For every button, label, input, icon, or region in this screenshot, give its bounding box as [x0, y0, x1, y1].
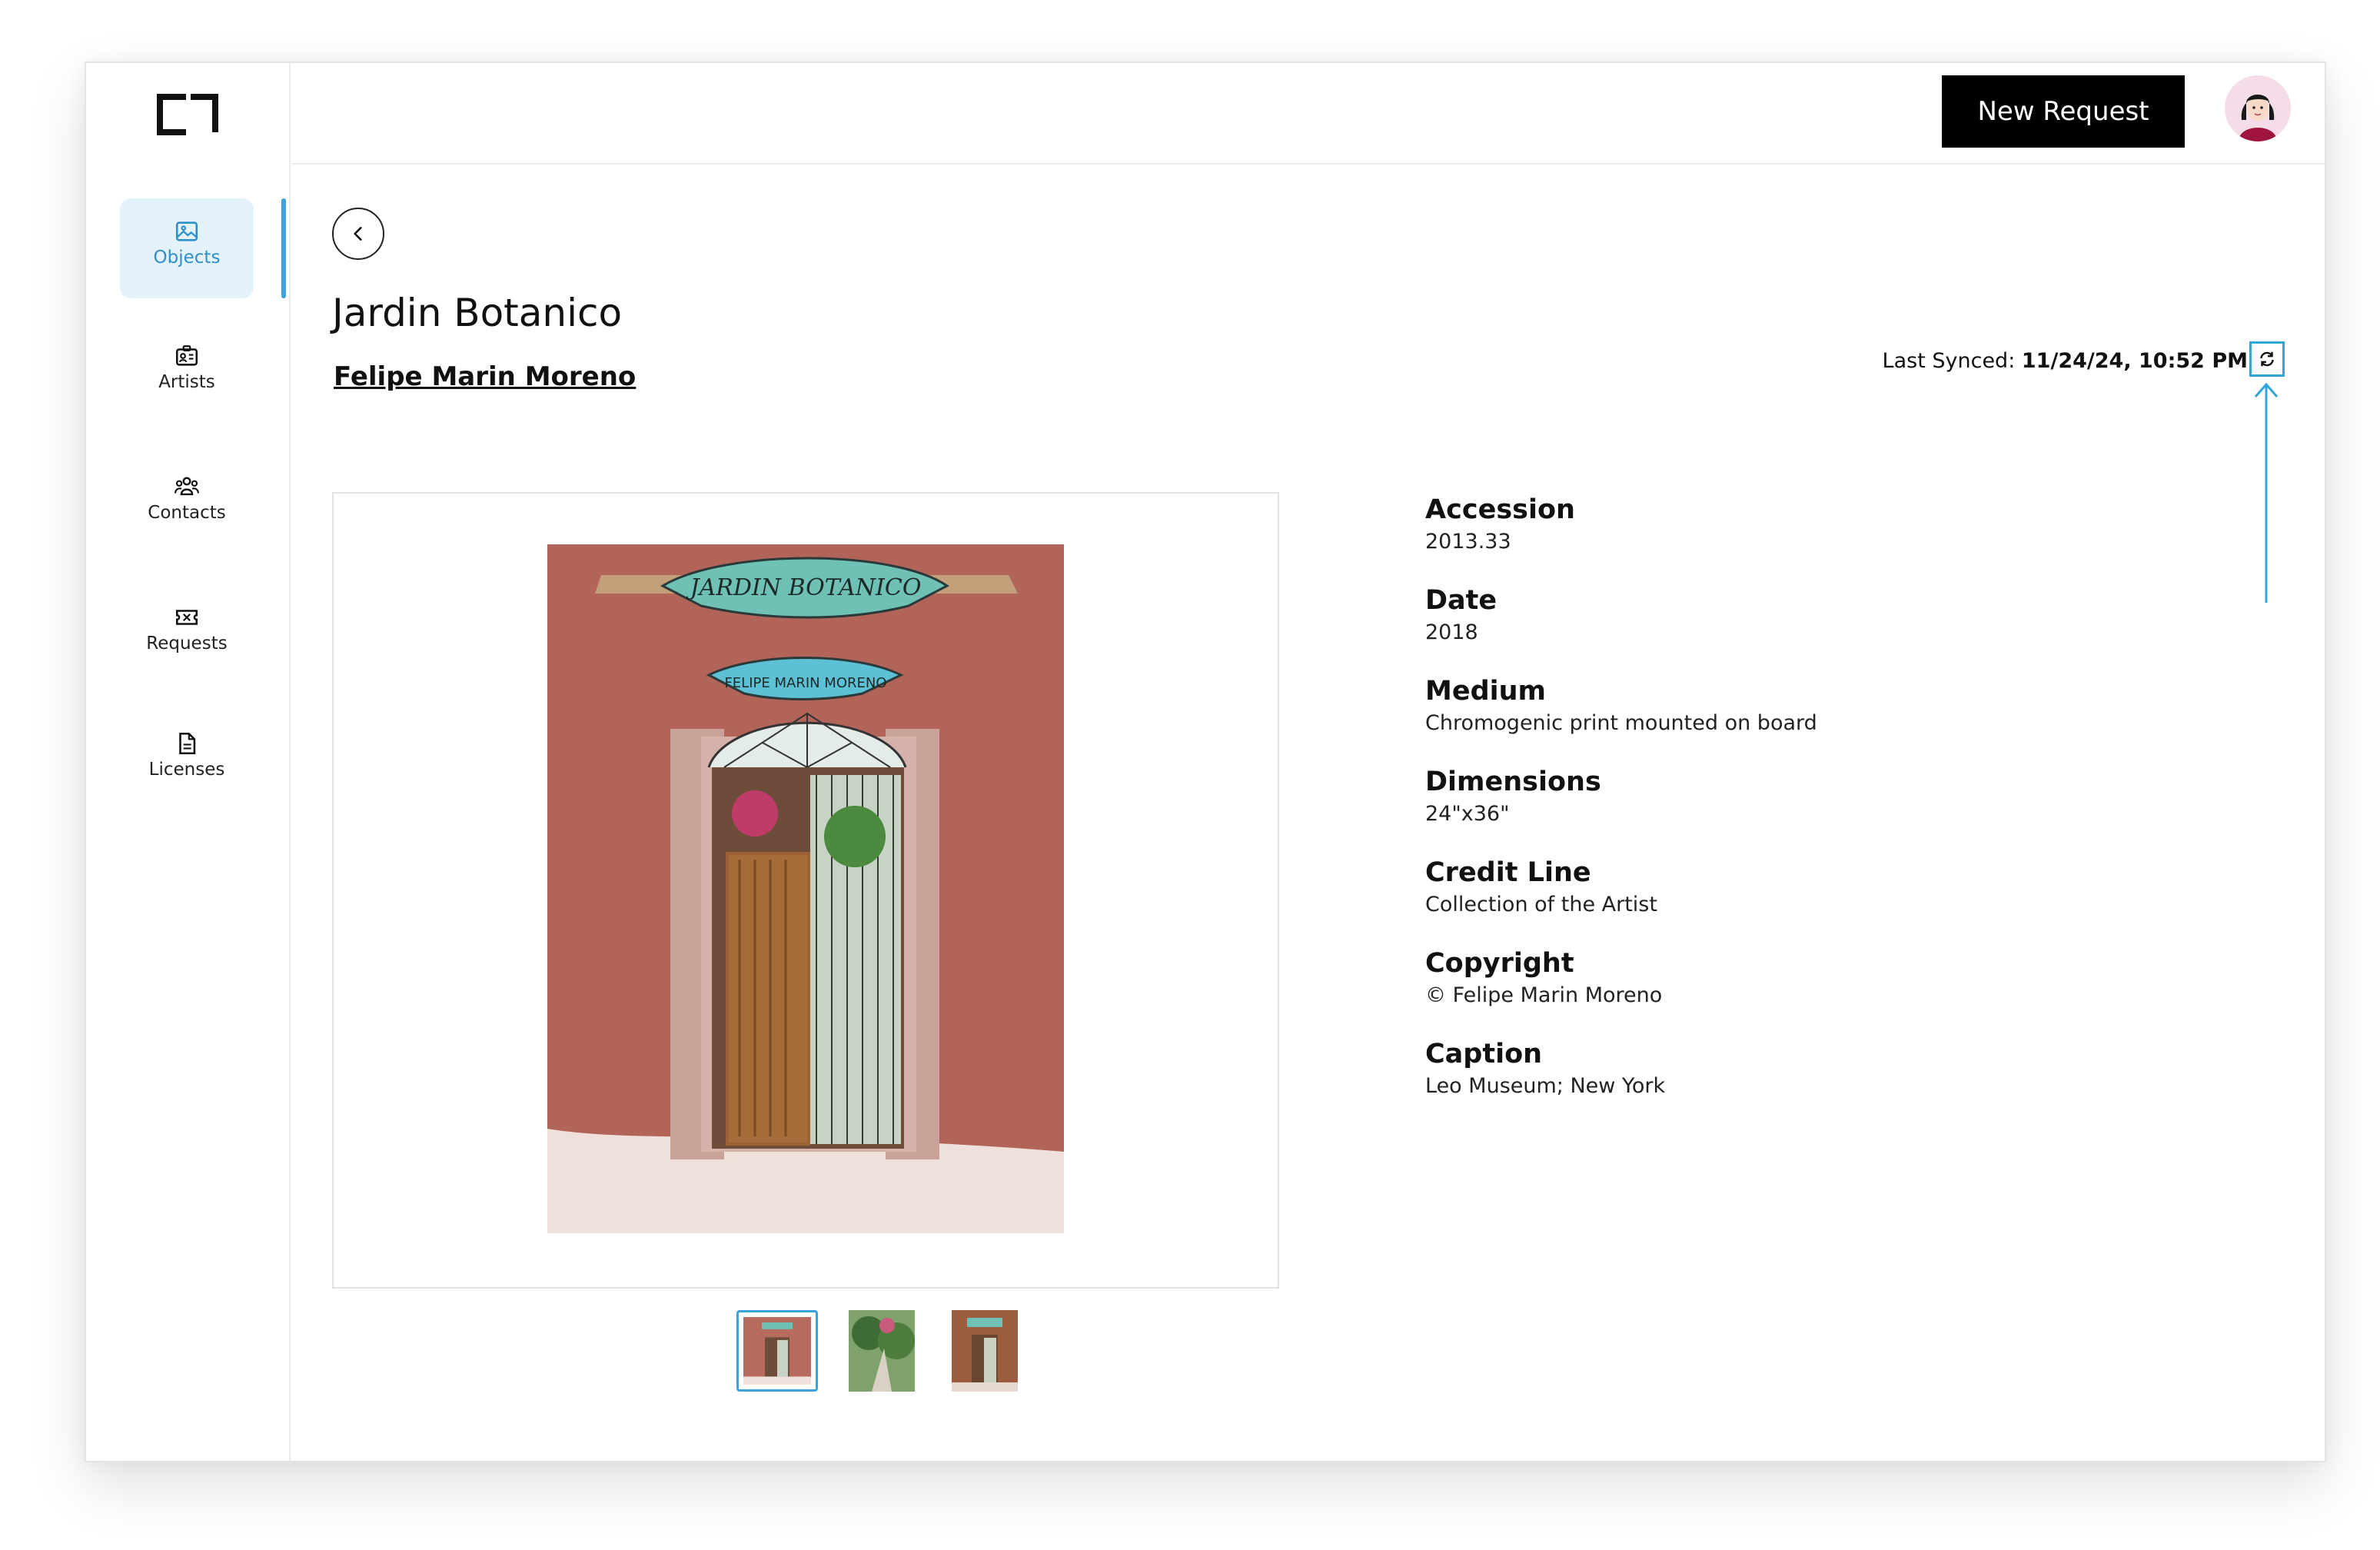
meta-accession: Accession 2013.33: [1425, 492, 2117, 557]
app-logo[interactable]: [155, 92, 220, 137]
object-detail: Jardin Botanico Felipe Marin Moreno Last…: [292, 166, 2325, 1461]
sync-button[interactable]: [2249, 341, 2285, 377]
sidebar-item-label: Artists: [158, 372, 215, 392]
chevron-left-icon: [354, 227, 362, 241]
meta-value: Collection of the Artist: [1425, 893, 1657, 916]
thumbnail-1[interactable]: [736, 1310, 818, 1392]
thumbnail-2[interactable]: [849, 1310, 915, 1392]
sidebar-item-objects[interactable]: Objects: [120, 198, 254, 298]
meta-value: 2013.33: [1425, 530, 1511, 554]
thumbnail-3[interactable]: [952, 1310, 1018, 1392]
avatar[interactable]: [2225, 75, 2291, 141]
svg-text:FELIPE MARIN MORENO: FELIPE MARIN MORENO: [724, 675, 886, 691]
annotation-arrow-icon: [2254, 382, 2279, 603]
svg-text:JARDIN BOTANICO: JARDIN BOTANICO: [686, 574, 922, 601]
meta-value: 24"x36": [1425, 802, 1510, 826]
sidebar: Objects Artists Contacts Requests Licens…: [86, 63, 291, 1461]
meta-value: Leo Museum; New York: [1425, 1074, 1666, 1098]
refresh-icon: [2260, 351, 2274, 367]
ticket-icon: [175, 610, 198, 625]
back-button[interactable]: [332, 208, 384, 260]
sidebar-item-label: Licenses: [148, 760, 225, 780]
meta-label: Dimensions: [1425, 767, 1601, 797]
document-icon: [179, 732, 196, 755]
active-indicator: [281, 198, 286, 298]
meta-label: Accession: [1425, 494, 1575, 525]
users-icon: [175, 477, 199, 496]
last-synced: Last Synced: 11/24/24, 10:52 PM: [1883, 349, 2248, 373]
meta-date: Date 2018: [1425, 583, 2117, 647]
sidebar-item-contacts[interactable]: Contacts: [120, 474, 254, 523]
thumbnail-image: [849, 1310, 915, 1392]
sidebar-item-artists[interactable]: Artists: [120, 343, 254, 392]
meta-label: Copyright: [1425, 948, 1574, 979]
sidebar-item-requests[interactable]: Requests: [120, 604, 254, 654]
thumbnail-image: [743, 1317, 811, 1385]
sidebar-item-label: Requests: [146, 634, 228, 654]
meta-copyright: Copyright © Felipe Marin Moreno: [1425, 946, 2117, 1010]
user-avatar-icon: [2225, 75, 2291, 141]
id-card-icon: [175, 345, 198, 366]
meta-dimensions: Dimensions 24"x36": [1425, 764, 2117, 829]
artist-link[interactable]: Felipe Marin Moreno: [334, 361, 636, 392]
meta-value: Chromogenic print mounted on board: [1425, 711, 1817, 735]
meta-value: 2018: [1425, 620, 1478, 644]
new-request-button[interactable]: New Request: [1942, 75, 2185, 148]
image-viewer: JARDIN BOTANICO FELIPE MARIN MORENO: [332, 492, 1279, 1289]
thumbnail-image: [952, 1310, 1018, 1392]
sidebar-item-label: Objects: [153, 248, 221, 268]
meta-label: Caption: [1425, 1039, 1543, 1069]
object-metadata: Accession 2013.33 Date 2018 Medium Chrom…: [1425, 492, 2117, 1127]
meta-label: Credit Line: [1425, 857, 1591, 888]
app-window: Objects Artists Contacts Requests Licens…: [85, 62, 2326, 1462]
meta-credit-line: Credit Line Collection of the Artist: [1425, 855, 2117, 920]
artwork-image[interactable]: JARDIN BOTANICO FELIPE MARIN MORENO: [547, 544, 1064, 1233]
meta-label: Medium: [1425, 676, 1547, 707]
meta-medium: Medium Chromogenic print mounted on boar…: [1425, 674, 2117, 738]
sidebar-item-label: Contacts: [148, 503, 226, 523]
meta-value: © Felipe Marin Moreno: [1425, 983, 1663, 1007]
sidebar-item-licenses[interactable]: Licenses: [120, 730, 254, 780]
meta-label: Date: [1425, 585, 1497, 616]
meta-caption: Caption Leo Museum; New York: [1425, 1036, 2117, 1101]
page-title: Jardin Botanico: [332, 291, 623, 335]
sync-label: Last Synced:: [1882, 349, 2016, 373]
sync-time: 11/24/24, 10:52 PM: [2021, 349, 2248, 373]
image-icon: [175, 221, 198, 241]
top-bar: New Request: [292, 63, 2325, 165]
